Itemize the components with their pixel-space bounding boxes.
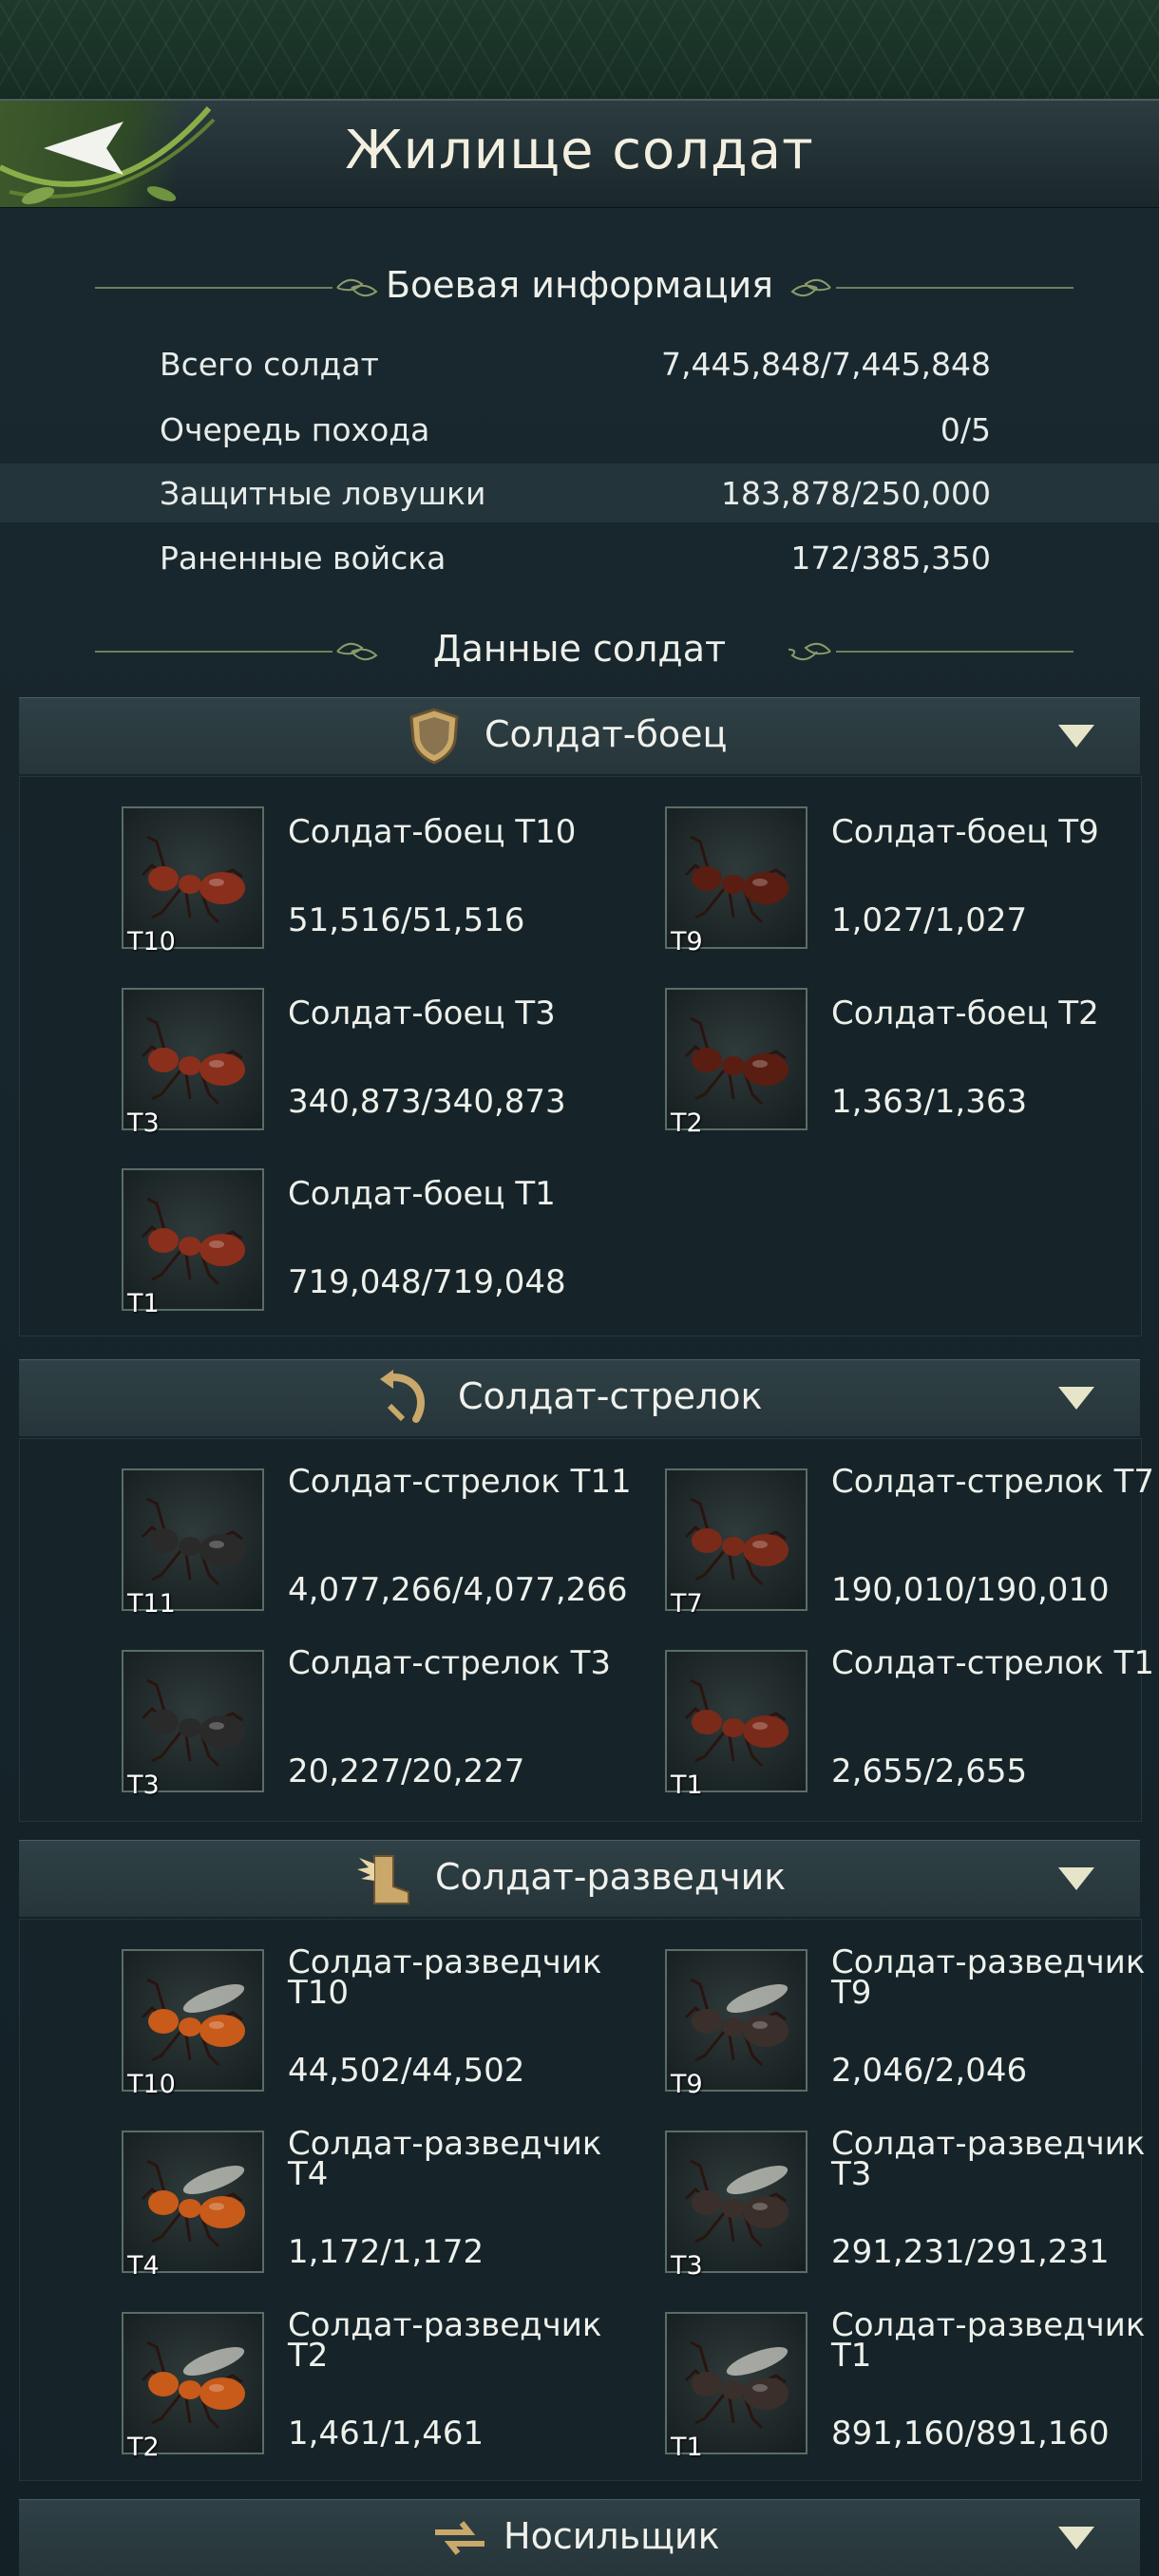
info-value: 0/5 [940, 411, 991, 448]
unit-card[interactable]: T3 Солдат-боец T3 340,873/340,873 [122, 988, 635, 1140]
tier-badge: T1 [671, 1771, 703, 1800]
unit-name: Солдат-боец T1 [288, 1175, 556, 1213]
unit-count: 2,046/2,046 [831, 2052, 1028, 2090]
tier-badge: T2 [671, 1108, 703, 1138]
unit-card[interactable]: T7 Солдат-стрелок T7 190,010/190,010 [665, 1463, 1159, 1620]
unit-name: Солдат-боец T3 [288, 994, 556, 1032]
unit-card[interactable]: T9 Солдат-боец T9 1,027/1,027 [665, 806, 1159, 958]
unit-name: Солдат-стрелок T3 [288, 1644, 611, 1682]
tier-badge: T3 [127, 1771, 160, 1800]
unit-count: 1,461/1,461 [288, 2415, 484, 2453]
ornament-right [790, 278, 1074, 297]
top-background [0, 0, 1159, 104]
category-label: Солдат-разведчик [435, 1856, 787, 1898]
tier-badge: T9 [671, 927, 703, 957]
chevron-down-icon [1058, 2527, 1094, 2549]
tier-badge: T3 [127, 1108, 160, 1138]
unit-card[interactable]: T11 Солдат-стрелок T11 4,077,266/4,077,2… [122, 1463, 635, 1620]
shield-icon [409, 708, 459, 765]
category-header-carrier[interactable]: Носильщик [19, 2499, 1140, 2576]
info-label: Всего солдат [160, 346, 379, 383]
unit-name: Солдат-стрелок T7 [831, 1463, 1154, 1501]
info-value: 172/385,350 [790, 540, 991, 577]
carrier-arrows-icon [435, 2521, 484, 2555]
unit-name: Солдат-разведчик T3 [831, 2125, 1146, 2193]
tier-badge: T10 [127, 2070, 176, 2099]
unit-name: Солдат-разведчик T10 [288, 1943, 602, 2012]
chevron-down-icon [1058, 1387, 1094, 1410]
tier-badge: T3 [671, 2251, 703, 2281]
unit-name: Солдат-боец T2 [831, 994, 1099, 1032]
winged-boot-icon [357, 1855, 409, 1904]
unit-count: 1,172/1,172 [288, 2233, 484, 2271]
tier-badge: T11 [127, 1589, 176, 1619]
info-label: Раненные войска [160, 540, 446, 577]
unit-count: 1,363/1,363 [831, 1083, 1028, 1121]
info-value: 183,878/250,000 [720, 475, 991, 512]
category-label: Носильщик [504, 2515, 720, 2557]
info-row-wounded: Раненные войска 172/385,350 [0, 528, 1159, 587]
unit-name: Солдат-разведчик T1 [831, 2306, 1146, 2375]
unit-card[interactable]: T2 Солдат-разведчик T2 1,461/1,461 [122, 2306, 635, 2464]
unit-count: 340,873/340,873 [288, 1083, 566, 1121]
ornament-right [788, 642, 1074, 661]
unit-name: Солдат-разведчик T9 [831, 1943, 1146, 2012]
unit-count: 51,516/51,516 [288, 901, 525, 939]
unit-card[interactable]: T1 Солдат-боец T1 719,048/719,048 [122, 1168, 635, 1320]
unit-card[interactable]: T9 Солдат-разведчик T9 2,046/2,046 [665, 1943, 1159, 2101]
chevron-down-icon [1058, 725, 1094, 748]
tier-badge: T4 [127, 2251, 160, 2281]
unit-count: 719,048/719,048 [288, 1263, 566, 1301]
category-header-archer[interactable]: Солдат-стрелок [19, 1359, 1140, 1436]
info-label: Очередь похода [160, 411, 430, 448]
unit-count: 891,160/891,160 [831, 2415, 1110, 2453]
category-label: Солдат-боец [484, 713, 728, 755]
unit-card[interactable]: T2 Солдат-боец T2 1,363/1,363 [665, 988, 1159, 1140]
unit-name: Солдат-боец T10 [288, 813, 577, 851]
info-row-march-queue: Очередь похода 0/5 [0, 400, 1159, 459]
unit-count: 190,010/190,010 [831, 1571, 1110, 1609]
unit-name: Солдат-стрелок T11 [288, 1463, 632, 1501]
unit-card[interactable]: T1 Солдат-разведчик T1 891,160/891,160 [665, 2306, 1159, 2464]
info-row-total: Всего солдат 7,445,848/7,445,848 [0, 334, 1159, 393]
info-value: 7,445,848/7,445,848 [660, 346, 991, 383]
unit-card[interactable]: T3 Солдат-стрелок T3 20,227/20,227 [122, 1644, 635, 1802]
unit-card[interactable]: T3 Солдат-разведчик T3 291,231/291,231 [665, 2125, 1159, 2282]
category-label: Солдат-стрелок [458, 1375, 763, 1417]
unit-count: 1,027/1,027 [831, 901, 1028, 939]
category-header-fighter[interactable]: Солдат-боец [19, 697, 1140, 774]
chevron-down-icon [1058, 1867, 1094, 1890]
unit-card[interactable]: T4 Солдат-разведчик T4 1,172/1,172 [122, 2125, 635, 2282]
unit-card[interactable]: T1 Солдат-стрелок T1 2,655/2,655 [665, 1644, 1159, 1802]
unit-name: Солдат-стрелок T1 [831, 1644, 1154, 1682]
unit-name: Солдат-разведчик T2 [288, 2306, 602, 2375]
unit-name: Солдат-боец T9 [831, 813, 1099, 851]
info-label: Защитные ловушки [160, 475, 486, 512]
category-header-scout[interactable]: Солдат-разведчик [19, 1840, 1140, 1917]
top-bar: Жилище солдат [0, 99, 1159, 210]
tier-badge: T9 [671, 2070, 703, 2099]
page-title: Жилище солдат [345, 120, 814, 181]
info-row-traps: Защитные ловушки 183,878/250,000 [0, 464, 1159, 522]
unit-count: 4,077,266/4,077,266 [288, 1571, 628, 1609]
tier-badge: T7 [671, 1589, 703, 1619]
tier-badge: T1 [127, 1289, 160, 1318]
unit-name: Солдат-разведчик T4 [288, 2125, 602, 2193]
unit-count: 291,231/291,231 [831, 2233, 1110, 2271]
unit-count: 44,502/44,502 [288, 2052, 525, 2090]
unit-count: 2,655/2,655 [831, 1752, 1028, 1790]
tier-badge: T10 [127, 927, 176, 957]
tier-badge: T1 [671, 2433, 703, 2462]
unit-count: 20,227/20,227 [288, 1752, 525, 1790]
tier-badge: T2 [127, 2433, 160, 2462]
unit-card[interactable]: T10 Солдат-боец T10 51,516/51,516 [122, 806, 635, 958]
bow-icon [380, 1370, 425, 1423]
unit-card[interactable]: T10 Солдат-разведчик T10 44,502/44,502 [122, 1943, 635, 2101]
